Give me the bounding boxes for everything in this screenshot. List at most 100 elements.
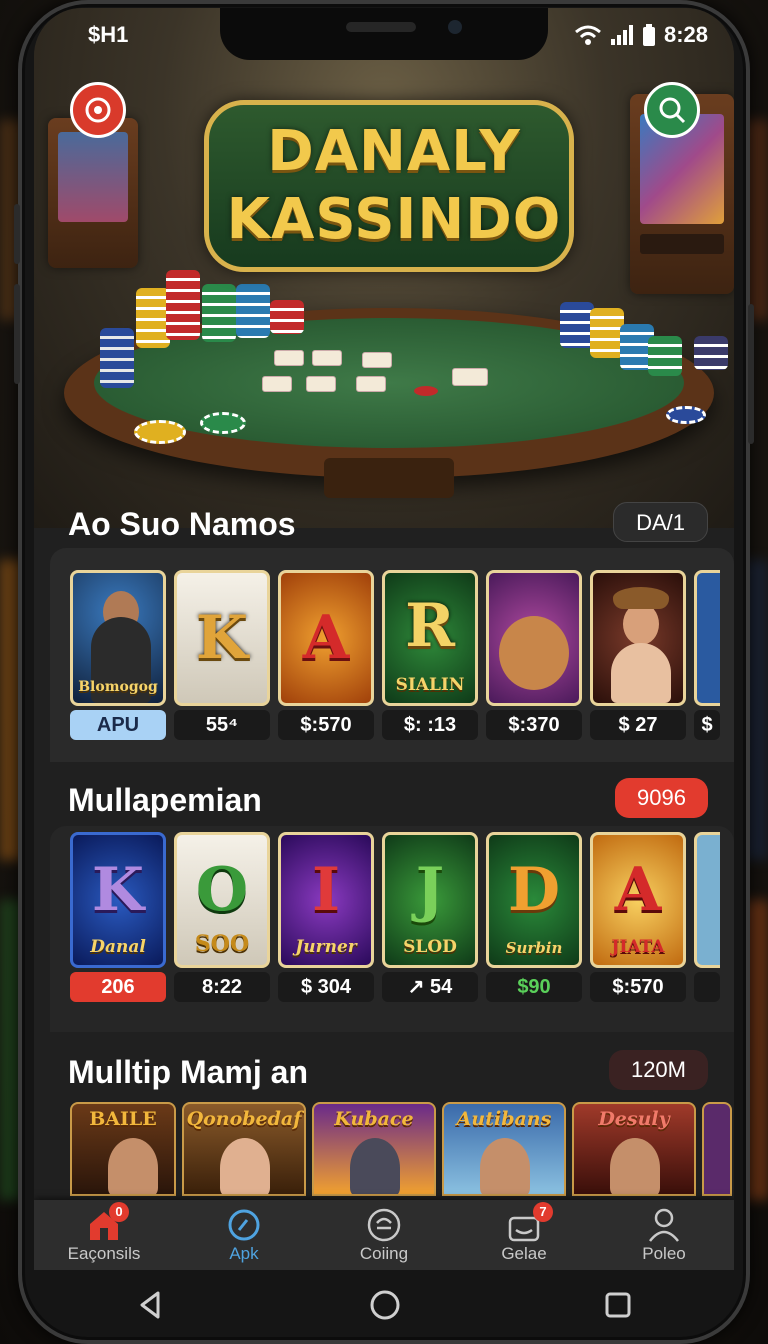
section-title: Mullapemian: [68, 782, 262, 818]
game-price: $ 304: [278, 972, 374, 1002]
game-tile[interactable]: Blomogog APU: [70, 570, 166, 740]
game-tile[interactable]: [694, 832, 720, 1002]
game-tile[interactable]: D Surbin $90: [486, 832, 582, 1002]
chip-stack: [560, 302, 594, 348]
chip-stack: [100, 328, 134, 388]
game-subtitle: SOO: [194, 931, 250, 957]
system-navigation: [34, 1270, 734, 1340]
coin-icon: [367, 1208, 401, 1242]
game-price: $: [694, 710, 720, 740]
nav-label: Coiing: [359, 1244, 409, 1263]
nav-label: Apk: [229, 1244, 259, 1263]
live-support-button[interactable]: [70, 82, 126, 138]
nav-item-coiing[interactable]: Coiing: [319, 1206, 449, 1264]
banner-title: Autibans: [456, 1108, 552, 1130]
bear-mascot: [499, 616, 569, 690]
game-price: $:570: [590, 972, 686, 1002]
banner-title: Desuly: [598, 1108, 670, 1130]
playing-card: [356, 376, 386, 392]
game-tile[interactable]: $:370: [486, 570, 582, 740]
playing-card: [362, 352, 392, 368]
game-tile[interactable]: $ 27: [590, 570, 686, 740]
profile-icon: [649, 1208, 679, 1242]
carrier-text: $H1: [88, 22, 129, 47]
game-banner[interactable]: Desuly: [572, 1102, 696, 1196]
game-tile[interactable]: J SLOD ↗ 54: [382, 832, 478, 1002]
game-tile[interactable]: R SIALIN $: :13: [382, 570, 478, 740]
casino-logo: DANALY KASSINDO: [204, 100, 574, 272]
game-banner[interactable]: Kubace: [312, 1102, 436, 1196]
home-circle-icon[interactable]: [369, 1289, 401, 1321]
game-tile[interactable]: A $:570: [278, 570, 374, 740]
avatar: [480, 1138, 530, 1194]
section-badge[interactable]: DA/1: [613, 502, 708, 542]
hat: [613, 587, 669, 609]
nav-label: Gelae: [501, 1244, 547, 1263]
wifi-icon: [574, 25, 601, 45]
nav-item-profile[interactable]: Poleo: [599, 1206, 729, 1264]
game-tile[interactable]: I Jurner $ 304: [278, 832, 374, 1002]
nav-item-apk[interactable]: Apk: [179, 1206, 309, 1264]
search-icon: [659, 97, 686, 124]
banner-title: Kubace: [334, 1108, 414, 1130]
avatar: [610, 1138, 660, 1194]
search-button[interactable]: [644, 82, 700, 138]
game-banner[interactable]: Qonobedaf: [182, 1102, 306, 1196]
game-banner[interactable]: [702, 1102, 732, 1196]
game-tile[interactable]: K 55⁴: [174, 570, 270, 740]
game-price: 8:22: [174, 972, 270, 1002]
game-tile[interactable]: K Danal 206: [70, 832, 166, 1002]
section-badge[interactable]: 9096: [615, 778, 708, 818]
game-letter: K: [195, 603, 249, 673]
game-subtitle: Surbin: [505, 939, 563, 957]
game-tile[interactable]: $: [694, 570, 720, 740]
game-price: 206: [70, 972, 166, 1002]
game-banner[interactable]: Autibans: [442, 1102, 566, 1196]
chip-stack: [270, 300, 304, 334]
game-price: $:370: [486, 710, 582, 740]
status-bar: $H1 8:28: [34, 8, 734, 60]
chip-stack: [166, 270, 200, 340]
game-tile[interactable]: A JIATA $:570: [590, 832, 686, 1002]
poker-chip: [200, 412, 246, 434]
game-tile[interactable]: O SOO 8:22: [174, 832, 270, 1002]
nav-item-home[interactable]: 0 Eaçonsils: [39, 1202, 169, 1264]
games-row-3: BAILE Qonobedaf Kubace Autibans Desuly: [70, 1102, 732, 1196]
notification-badge: 7: [533, 1202, 553, 1222]
game-price: ↗ 54: [382, 972, 478, 1002]
game-price: $90: [486, 972, 582, 1002]
avatar: [220, 1138, 270, 1194]
recents-icon[interactable]: [604, 1291, 632, 1319]
section-header-2: Mullapemian 9096: [68, 778, 708, 828]
game-price: APU: [70, 710, 166, 740]
logo-line-1: DANALY: [267, 119, 521, 184]
battery-icon: [642, 24, 655, 46]
playing-card: [274, 350, 304, 366]
game-price: $:570: [278, 710, 374, 740]
logo-line-2: KASSINDO: [226, 187, 562, 252]
game-price: $: :13: [382, 710, 478, 740]
playing-card: [306, 376, 336, 392]
game-subtitle: Jurner: [295, 937, 357, 957]
banner-title: BAILE: [89, 1108, 157, 1130]
game-banner[interactable]: BAILE: [70, 1102, 176, 1196]
nav-label: Poleo: [642, 1244, 686, 1263]
chip-stack: [136, 288, 170, 348]
game-subtitle: Danal: [90, 937, 146, 957]
power-button: [748, 304, 754, 444]
slot-machine-left: [48, 118, 138, 268]
game-price: $ 27: [590, 710, 686, 740]
clock: 8:28: [663, 22, 708, 47]
game-letter: D: [507, 855, 561, 925]
section-title: Ao Suo Namos: [68, 506, 296, 542]
chat-icon: [85, 97, 111, 123]
chip-stack: [694, 336, 728, 370]
game-letter: A: [302, 603, 350, 673]
back-icon[interactable]: [136, 1290, 166, 1320]
game-letter: K: [91, 855, 145, 925]
nav-item-gelae[interactable]: 7 Gelae: [459, 1202, 589, 1264]
game-title: Blomogog: [78, 679, 158, 695]
game-letter: O: [195, 855, 249, 925]
section-badge[interactable]: 120M: [608, 1050, 708, 1090]
playing-card: [452, 368, 488, 386]
